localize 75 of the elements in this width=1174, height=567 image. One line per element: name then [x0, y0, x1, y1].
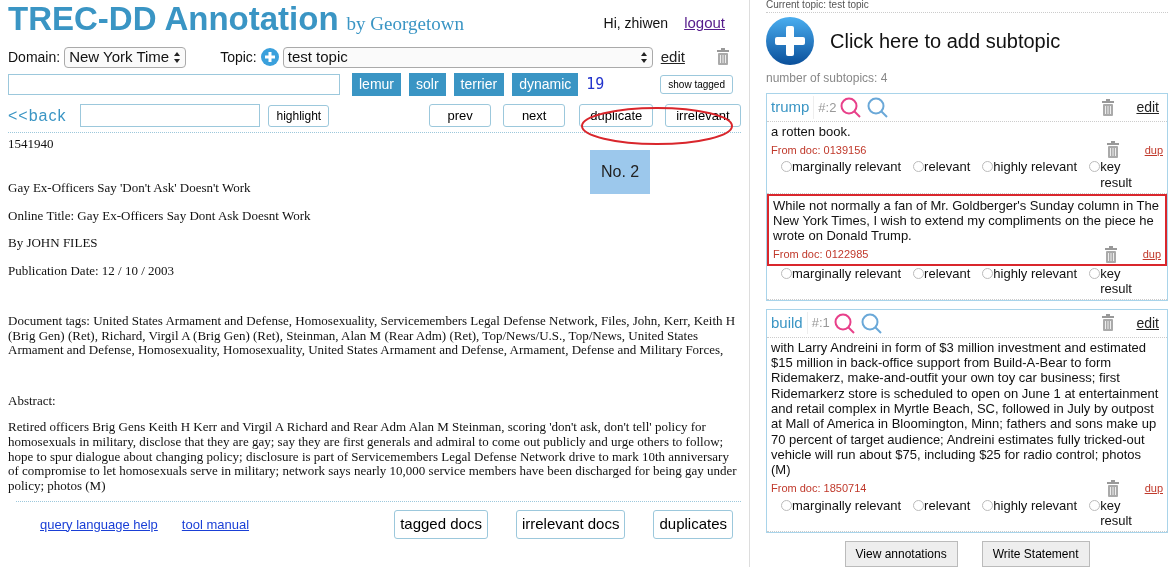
grade-label[interactable]: marginally relevant — [792, 265, 902, 281]
duplicate-link[interactable]: dup — [1144, 142, 1163, 159]
snippet-text: While not normally a fan of Mr. Goldberger's Sunday column in The New York Times, I wish to extend my compliments on the piece he wrote on Donald Trump. — [772, 196, 1160, 246]
document-text: Publication Date: 12 / 10 / 2003 — [8, 263, 176, 279]
grade-label[interactable]: relevant — [924, 265, 971, 281]
grade-label[interactable]: key result — [1100, 159, 1145, 191]
help-link[interactable]: tool manual — [181, 514, 250, 535]
subtopic-count: number of subtopics: 4 — [766, 70, 889, 87]
document-text: Online Title: Gay Ex-Officers Say Dont Ask Doesnt Work — [8, 208, 312, 224]
document-text: By JOHN FILES — [8, 236, 99, 251]
grade-label[interactable]: key result — [1100, 497, 1145, 529]
nav-button[interactable]: duplicate — [579, 103, 654, 128]
show-tagged-button[interactable]: show tagged — [660, 74, 733, 94]
footer-button[interactable]: tagged docs — [394, 510, 488, 539]
document-text: Abstract: — [8, 393, 57, 409]
logout-link[interactable]: logout — [684, 11, 725, 34]
trash-icon[interactable] — [1102, 245, 1119, 264]
trash-icon[interactable] — [1104, 141, 1121, 160]
highlight-field[interactable] — [80, 104, 261, 127]
duplicate-link[interactable]: dup — [1142, 246, 1161, 263]
add-subtopic-link[interactable]: Click here to add subtopic — [830, 26, 1061, 56]
document-text: Document tags: United States Armament and Defense, Homosexuality, Servicemembers Legal Defense Network, Files, John, Kerr, Keith H (Brig Gen) (Ret), Richard, Virgil A (Brig Gen) (Ret), Steinman, Alan M (Rear Adm) (Ret), Top/News/U.S., Top/News, United States Armament and Defense, Homosexuality, Homosexuality, United States Armament and Defense, Armament, Defense and Military Forces, — [8, 314, 737, 358]
edit-link[interactable]: edit — [1136, 312, 1159, 334]
edit-link[interactable]: edit — [1136, 97, 1159, 118]
source-doc-text: From doc: 1850714 — [771, 481, 867, 497]
source-doc-text: From doc: 0122985 — [773, 247, 869, 263]
grade-label[interactable]: highly relevant — [993, 497, 1078, 513]
rank-badge: No. 2 — [590, 150, 651, 194]
footer-button[interactable]: irrelevant docs — [515, 510, 626, 539]
nav-button[interactable]: prev — [429, 103, 492, 128]
grade-label[interactable]: highly relevant — [993, 265, 1078, 281]
domain-select[interactable]: New York Time — [64, 46, 187, 68]
topic-label: Topic: — [220, 47, 257, 67]
grade-label[interactable]: relevant — [924, 159, 971, 175]
document-text: Gay Ex-Officers Say 'Don't Ask' Doesn't Work — [8, 181, 252, 196]
document-id: 1541940 — [8, 136, 55, 152]
footer-button[interactable]: duplicates — [653, 510, 733, 539]
source-doc-text: From doc: 0139156 — [771, 143, 867, 159]
search-icon[interactable] — [840, 97, 862, 118]
grade-label[interactable]: key result — [1100, 265, 1145, 297]
query-field[interactable] — [8, 73, 340, 95]
search-icon[interactable] — [867, 97, 889, 118]
search-icon[interactable] — [860, 312, 882, 334]
duplicate-link[interactable]: dup — [1144, 480, 1163, 497]
snippet-text: with Larry Andreini in form of $3 million investment and estimated $15 million in back-office support from Build-A-Bear to form Ridemakerz, make-and-outfit your own toy car business; first Ridemarkerz store is scheduled to open on June 1 at entertainment and retail complex in Myrtle Beach, SC, followed in July by outpost at Mall of America in Bloomington, Minn; fathers and sons make up 70 percent of target audience; Andreini estimates fully tricked-out vehicle will run about $75, including $25 for radio control; photos (M) — [770, 338, 1160, 480]
dropdown-arrows-icon — [639, 50, 648, 64]
trash-icon[interactable] — [1100, 98, 1117, 117]
trash-icon[interactable] — [714, 48, 731, 67]
topic-select[interactable]: test topic — [282, 46, 653, 68]
grade-label[interactable]: marginally relevant — [792, 497, 902, 513]
trash-icon[interactable] — [1104, 479, 1121, 498]
domain-label: Domain: — [8, 47, 61, 67]
document-text: Retired officers Brig Gens Keith H Kerr and Virgil A Richard and Rear Adm Alan M Steinman, scoring 'don't ask, don't tell' policy for homosexuals in military, disclose that they are gay; say they are first generals and admiral to come out publicly and urge others to follow; hope to spur dialogue about changing policy; disclosure is part of Servicemembers Legal Defense Network drive to mark 10th anniversary of compromise to let homosexuals serve in military; network says nearly 10,000 service members have been discharged for being gay under policy; photos (M) — [8, 420, 738, 494]
grade-label[interactable]: relevant — [924, 497, 971, 513]
search-icon[interactable] — [833, 312, 855, 334]
current-topic-text: Current topic: test topic — [766, 0, 1168, 13]
add-topic-icon[interactable] — [260, 48, 279, 67]
grade-label[interactable]: highly relevant — [993, 159, 1078, 175]
dropdown-arrows-icon — [173, 50, 182, 64]
app-title: TREC-DD Annotation — [8, 0, 339, 38]
subtopic-number: #:2 — [818, 98, 837, 117]
edit-link[interactable]: edit — [660, 46, 685, 69]
grade-label[interactable]: marginally relevant — [792, 159, 902, 175]
panel-button[interactable]: Write Statement — [981, 540, 1090, 567]
highlight-button[interactable]: highlight — [268, 104, 330, 127]
help-link[interactable]: query language help — [40, 514, 158, 535]
panel-button[interactable]: View annotations — [844, 540, 958, 567]
trash-icon[interactable] — [1100, 314, 1117, 333]
greeting-text: Hi, zhiwen — [603, 14, 669, 33]
add-subtopic-icon[interactable] — [766, 17, 814, 65]
result-count: 19 — [586, 73, 605, 95]
app-subtitle: by Georgetown — [346, 11, 464, 36]
nav-button[interactable]: next — [503, 103, 566, 128]
snippet-text: a rotten book. — [770, 123, 852, 141]
subtopic-number: #:1 — [811, 314, 830, 333]
